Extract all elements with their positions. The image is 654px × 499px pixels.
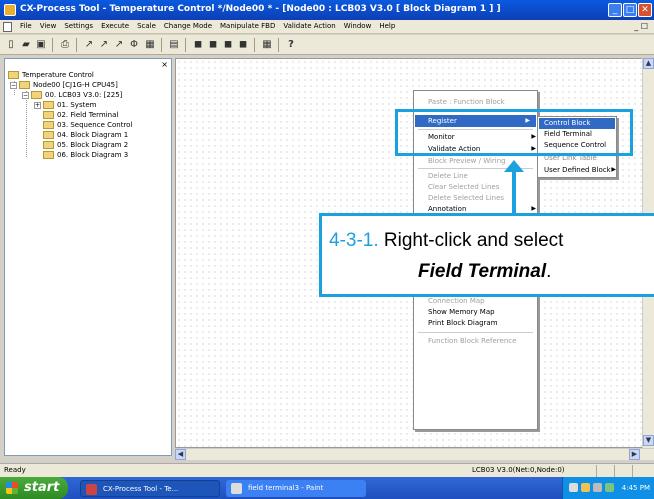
document-icon[interactable]: [3, 22, 12, 32]
status-text: Ready: [4, 466, 26, 474]
horizontal-scrollbar[interactable]: ◀ ▶: [175, 448, 654, 460]
grid-toggle-icon[interactable]: ▦: [143, 38, 157, 52]
scroll-left-icon[interactable]: ◀: [175, 449, 186, 460]
tray-volume-icon[interactable]: [581, 483, 590, 492]
tree-close-icon[interactable]: ×: [161, 60, 168, 69]
scroll-up-icon[interactable]: ▲: [643, 58, 654, 69]
tree-item-sequence-control[interactable]: 03. Sequence Control: [43, 120, 132, 130]
folder-icon: [8, 71, 19, 79]
tray-app-icon[interactable]: [593, 483, 602, 492]
title-bar[interactable]: CX-Process Tool - Temperature Control */…: [0, 0, 654, 20]
close-button[interactable]: ✕: [638, 3, 652, 17]
block-view-alt3-icon[interactable]: ◼: [236, 38, 250, 52]
task-paint[interactable]: field terminal3 - Paint: [226, 480, 366, 497]
menu-bar: File View Settings Execute Scale Change Mode M…: [0, 20, 654, 34]
minimize-button[interactable]: _: [608, 3, 622, 17]
tree-item-block-diagram-1[interactable]: 04. Block Diagram 1: [43, 130, 128, 140]
open-folder-icon[interactable]: ▰: [19, 38, 33, 52]
expand-icon[interactable]: +: [34, 101, 41, 109]
submenu-arrow-icon: ▶: [531, 205, 536, 212]
draw-line-alt-icon[interactable]: ↗: [97, 38, 111, 52]
table-icon[interactable]: ▤: [167, 38, 181, 52]
menu-change-mode[interactable]: Change Mode: [160, 20, 216, 32]
new-file-icon[interactable]: ▯: [4, 38, 18, 52]
submenu-user-defined-block[interactable]: User Defined Block ▶: [544, 166, 616, 174]
start-button[interactable]: start: [0, 477, 68, 499]
menu-annotation[interactable]: Annotation ▶: [428, 205, 536, 213]
status-bar: Ready LCB03 V3.0(Net:0,Node:0): [0, 463, 654, 477]
block-view-alt-icon[interactable]: ◼: [206, 38, 220, 52]
instruction-callout: 4-3-1. Right-click and select Field Term…: [319, 213, 654, 297]
folder-icon: [43, 131, 54, 139]
system-tray: 4:45 PM: [562, 477, 654, 499]
cx-process-app-icon: [86, 484, 97, 495]
folder-icon: [43, 101, 54, 109]
tree-node00[interactable]: − Node00 [CJ1G-H CPU45]: [10, 80, 118, 90]
menu-help[interactable]: Help: [375, 20, 399, 32]
folder-icon: [43, 111, 54, 119]
folder-icon: [43, 121, 54, 129]
draw-line-icon[interactable]: ↗: [82, 38, 96, 52]
tree-item-system[interactable]: +01. System: [34, 100, 96, 110]
pointer-stem: [512, 167, 516, 215]
menu-view[interactable]: View: [36, 20, 61, 32]
submenu-arrow-icon: ▶: [611, 166, 616, 173]
menu-paste-function-block[interactable]: Paste : Function Block: [428, 98, 505, 106]
app-icon: [4, 4, 16, 16]
callout-line-1: 4-3-1. Right-click and select: [329, 230, 564, 251]
status-node-info: LCB03 V3.0(Net:0,Node:0): [472, 466, 565, 474]
task-cx-process-tool[interactable]: CX-Process Tool - Te...: [80, 480, 220, 497]
clock[interactable]: 4:45 PM: [622, 484, 650, 492]
taskbar: start CX-Process Tool - Te... field term…: [0, 477, 654, 499]
menu-validate-action[interactable]: Validate Action: [279, 20, 339, 32]
tree-item-block-diagram-2[interactable]: 05. Block Diagram 2: [43, 140, 128, 150]
window-title: CX-Process Tool - Temperature Control */…: [20, 4, 501, 14]
menu-clear-selected-lines[interactable]: Clear Selected Lines: [428, 183, 499, 191]
callout-step-number: 4-3-1.: [329, 230, 379, 251]
function-block-icon[interactable]: Φ: [127, 38, 141, 52]
windows-flag-icon: [6, 482, 18, 494]
callout-line-2: Field Terminal.: [418, 261, 552, 282]
menu-connection-map[interactable]: Connection Map: [428, 297, 485, 305]
menu-delete-line[interactable]: Delete Line: [428, 172, 468, 180]
paint-app-icon: [231, 483, 242, 494]
folder-icon: [43, 141, 54, 149]
maximize-button[interactable]: □: [623, 3, 637, 17]
folder-icon: [31, 91, 42, 99]
print-icon[interactable]: ⎙: [58, 38, 72, 52]
menu-execute[interactable]: Execute: [97, 20, 133, 32]
menu-print-block-diagram[interactable]: Print Block Diagram: [428, 319, 498, 327]
collapse-icon[interactable]: −: [22, 91, 29, 99]
folder-icon: [19, 81, 30, 89]
tray-network-icon[interactable]: [569, 483, 578, 492]
menu-show-memory-map[interactable]: Show Memory Map: [428, 308, 495, 316]
draw-line-alt2-icon[interactable]: ↗: [112, 38, 126, 52]
tree-item-block-diagram-3[interactable]: 06. Block Diagram 3: [43, 150, 128, 160]
tree-unit[interactable]: −00. LCB03 V3.0: [225]: [22, 90, 122, 100]
block-view-alt2-icon[interactable]: ◼: [221, 38, 235, 52]
menu-delete-selected-lines[interactable]: Delete Selected Lines: [428, 194, 504, 202]
tray-status-icon[interactable]: [605, 483, 614, 492]
collapse-icon[interactable]: −: [10, 81, 17, 89]
highlight-frame: [395, 109, 633, 156]
block-view-icon[interactable]: ◼: [191, 38, 205, 52]
menu-settings[interactable]: Settings: [60, 20, 97, 32]
menu-file[interactable]: File: [16, 20, 36, 32]
menu-function-block-reference[interactable]: Function Block Reference: [428, 337, 516, 345]
menu-window[interactable]: Window: [340, 20, 376, 32]
menu-manipulate-fbd[interactable]: Manipulate FBD: [216, 20, 279, 32]
tree-item-field-terminal[interactable]: 02. Field Terminal: [43, 110, 118, 120]
project-tree-panel[interactable]: × Temperature Control − Node00 [CJ1G-H CP…: [4, 58, 172, 456]
tree-root[interactable]: Temperature Control: [8, 70, 94, 80]
grid-icon[interactable]: ▦: [260, 38, 274, 52]
help-icon[interactable]: ?: [284, 38, 298, 52]
menu-scale[interactable]: Scale: [133, 20, 160, 32]
folder-icon: [43, 151, 54, 159]
document-window-controls[interactable]: _ ☐: [634, 22, 648, 31]
menu-hidden-item[interactable]: Block Preview / Wiring: [428, 157, 506, 165]
save-icon[interactable]: ▣: [34, 38, 48, 52]
toolbar: ▯ ▰ ▣ ⎙ ↗ ↗ ↗ Φ ▦ ▤ ◼ ◼ ◼ ◼ ▦ ?: [0, 35, 654, 55]
scroll-right-icon[interactable]: ▶: [629, 449, 640, 460]
scroll-down-icon[interactable]: ▼: [643, 435, 654, 446]
